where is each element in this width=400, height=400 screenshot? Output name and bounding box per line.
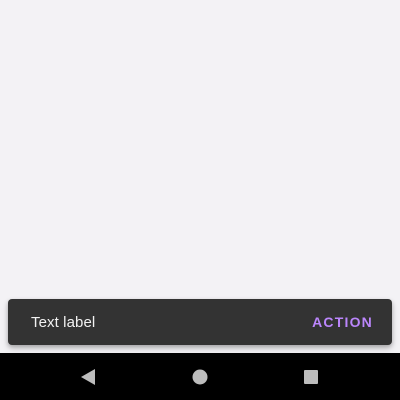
- home-circle-icon: [192, 369, 208, 384]
- nav-back-button[interactable]: [64, 353, 112, 400]
- snackbar-text: Text label: [31, 313, 96, 331]
- back-triangle-icon: [81, 368, 95, 385]
- nav-home-button[interactable]: [176, 353, 224, 400]
- app-screen: Text label ACTION: [0, 0, 400, 400]
- recents-square-icon: [304, 369, 318, 384]
- snackbar: Text label ACTION: [8, 299, 392, 345]
- nav-recents-button[interactable]: [287, 353, 335, 400]
- system-navigation-bar: [0, 353, 400, 400]
- snackbar-action-button[interactable]: ACTION: [312, 310, 373, 334]
